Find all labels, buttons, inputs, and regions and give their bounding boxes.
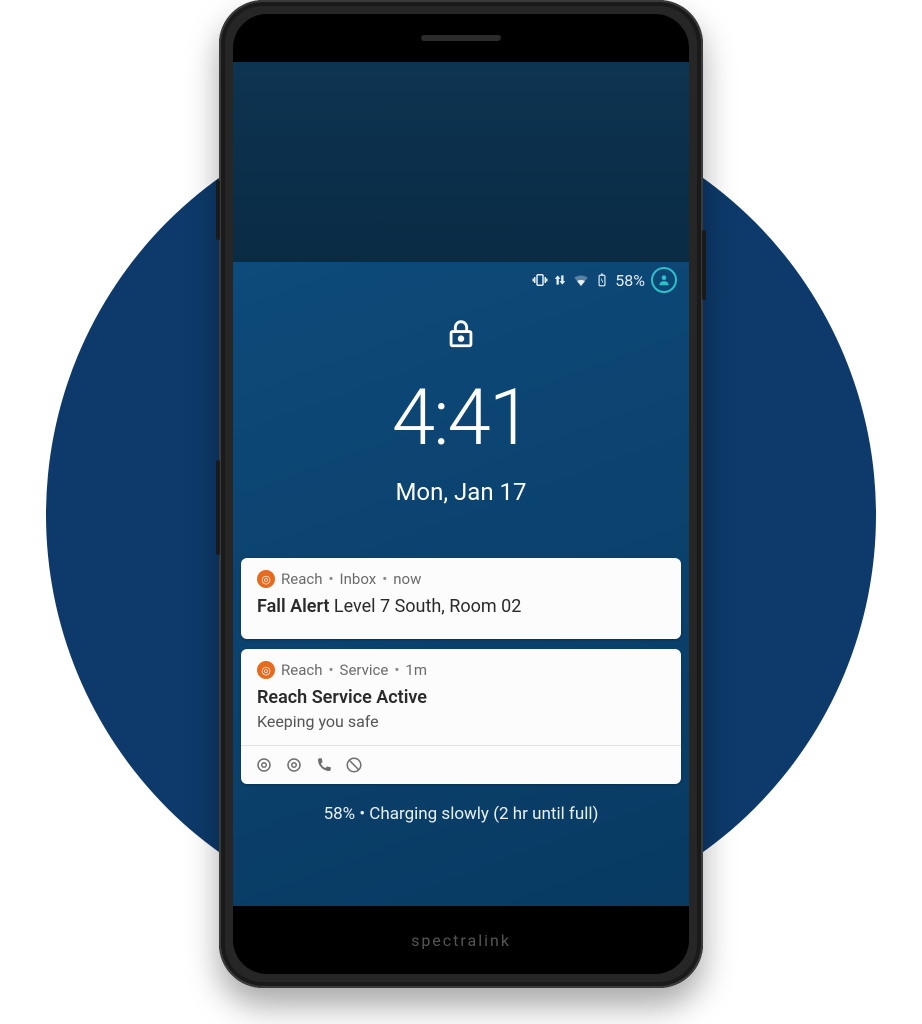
tray-reach-icon: [255, 756, 273, 774]
notification-app-name: Reach: [281, 661, 322, 679]
wifi-icon: [571, 271, 591, 289]
tray-phone-icon: [315, 756, 333, 774]
battery-icon: [595, 270, 609, 290]
tray-dnd-icon: [345, 756, 363, 774]
device-brand: spectralink: [411, 931, 511, 950]
phone-frame: 58% 4:41 Mon, Jan 17 ◎ Rea: [219, 0, 703, 988]
ongoing-icons-tray[interactable]: [241, 746, 681, 784]
notification-card[interactable]: ◎ Reach • Service • 1m Reach Service Act…: [241, 649, 681, 784]
lock-screen[interactable]: 58% 4:41 Mon, Jan 17 ◎ Rea: [233, 62, 689, 906]
data-arrows-icon: [553, 271, 567, 289]
separator-dot: •: [328, 570, 333, 588]
tray-reach-icon: [285, 756, 303, 774]
notification-app-name: Reach: [281, 570, 322, 588]
status-bar: 58%: [233, 262, 689, 298]
speaker-grille: [421, 35, 501, 41]
notification-area: ◎ Reach • Inbox • now Fall Alert Level 7…: [233, 558, 689, 794]
notification-channel: Service: [340, 661, 389, 679]
vibrate-icon: [531, 271, 549, 289]
reach-app-icon: ◎: [257, 570, 275, 588]
notification-title: Fall Alert: [257, 596, 329, 617]
separator-dot: •: [394, 661, 399, 679]
separator-dot: •: [382, 570, 387, 588]
notification-subtitle: Keeping you safe: [257, 712, 665, 731]
clock-time: 4:41: [233, 380, 689, 458]
lock-icon: [444, 316, 478, 350]
charging-status: 58% • Charging slowly (2 hr until full): [233, 794, 689, 824]
profile-avatar-icon[interactable]: [651, 267, 677, 293]
screen-gradient-bottom: [233, 62, 689, 262]
notification-card[interactable]: ◎ Reach • Inbox • now Fall Alert Level 7…: [241, 558, 681, 639]
notification-time: 1m: [405, 661, 427, 679]
notification-title: Reach Service Active: [257, 687, 665, 708]
battery-percent: 58%: [615, 271, 645, 290]
side-button: [216, 460, 220, 555]
side-button: [216, 180, 220, 240]
notification-channel: Inbox: [340, 570, 377, 588]
separator-dot: •: [328, 661, 333, 679]
notification-time: now: [393, 570, 421, 588]
clock-date: Mon, Jan 17: [233, 478, 689, 506]
side-button: [702, 230, 706, 300]
notification-text: Level 7 South, Room 02: [334, 596, 522, 617]
reach-app-icon: ◎: [257, 661, 275, 679]
